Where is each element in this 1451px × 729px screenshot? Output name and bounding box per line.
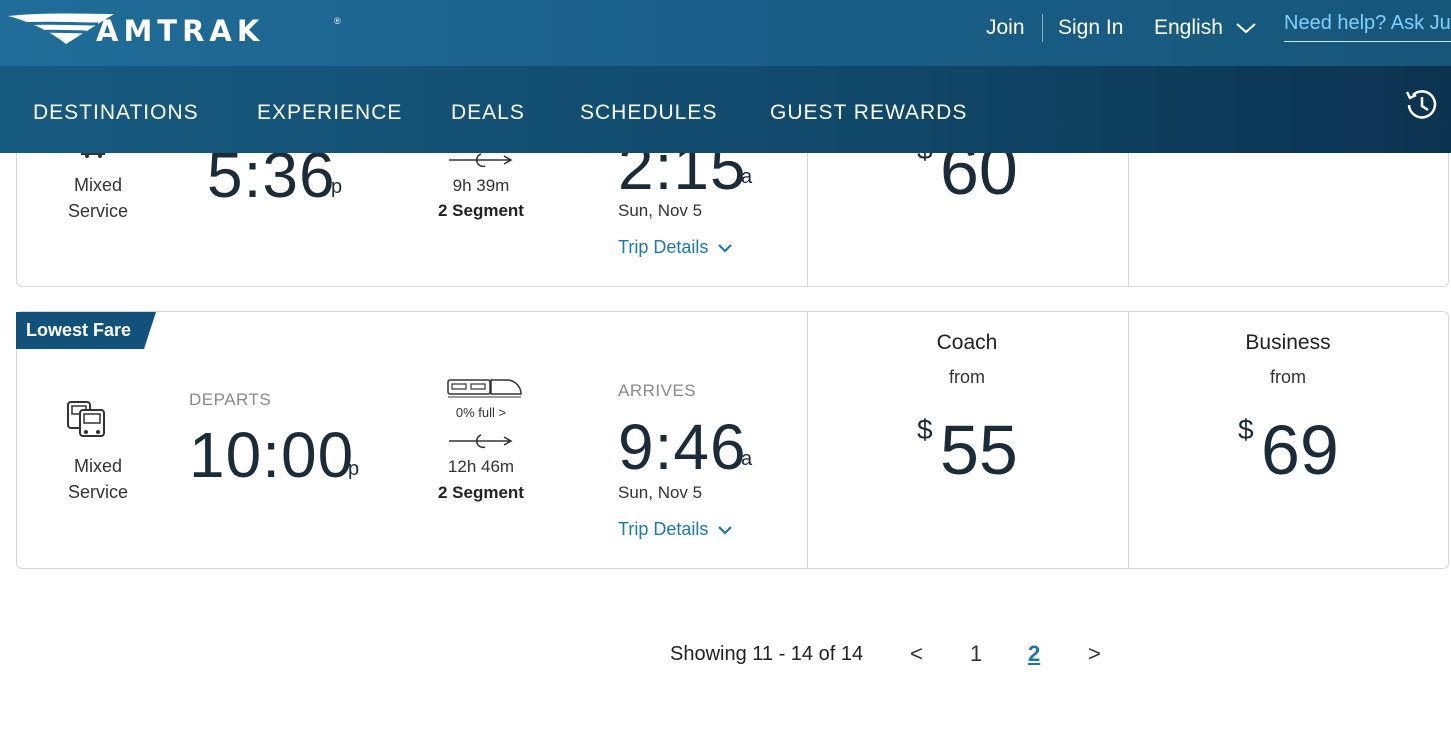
nav-destinations[interactable]: DESTINATIONS <box>33 101 199 125</box>
segment-count: 2 Segment <box>438 201 524 220</box>
top-header: AMTRAK ® Join Sign In English Need help?… <box>0 0 1451 66</box>
business-label: Business <box>1245 331 1331 354</box>
mixed-service-icon <box>67 401 105 437</box>
arrive-ampm: a <box>741 166 753 188</box>
business-price[interactable]: 69 <box>1261 410 1339 490</box>
chevron-down-icon <box>718 244 733 253</box>
chevron-down-icon <box>1236 23 1256 34</box>
page-1-link[interactable]: 1 <box>970 641 982 667</box>
nav-guest-rewards[interactable]: GUEST REWARDS <box>770 101 967 125</box>
segment-count: 2 Segment <box>438 483 524 502</box>
main-nav-overlay: DESTINATIONS EXPERIENCE DEALS SCHEDULES … <box>0 66 1451 153</box>
arrive-time: 9:46 <box>618 411 747 483</box>
nav-deals[interactable]: DEALS <box>451 101 525 125</box>
lowest-fare-badge: Lowest Fare <box>26 320 132 340</box>
coach-from-label: from <box>949 367 985 387</box>
chevron-down-icon <box>718 526 733 535</box>
page-2-link[interactable]: 2 <box>1028 641 1040 667</box>
service-type-label: Mixed Service <box>67 175 129 221</box>
next-page-button[interactable]: > <box>1088 641 1101 667</box>
overnight-moon-icon <box>449 153 513 168</box>
depart-ampm: p <box>348 458 360 480</box>
registered-mark: ® <box>334 16 341 26</box>
trip-duration: 12h 46m <box>447 457 515 476</box>
sign-in-link[interactable]: Sign In <box>1058 16 1123 40</box>
arrives-label: ARRIVES <box>618 381 697 400</box>
logo-wordmark[interactable]: AMTRAK <box>96 14 264 48</box>
trip-duration: 9h 39m <box>452 176 510 195</box>
depart-ampm: p <box>331 176 343 198</box>
business-from-label: from <box>1270 367 1306 387</box>
trip-details-toggle[interactable]: Trip Details <box>618 519 733 540</box>
arrive-ampm: a <box>741 448 753 470</box>
join-link[interactable]: Join <box>986 16 1025 40</box>
header-divider <box>1042 14 1043 42</box>
trip-details-toggle[interactable]: Trip Details <box>618 237 733 258</box>
nav-schedules[interactable]: SCHEDULES <box>580 101 717 125</box>
train-occupancy-icon[interactable] <box>447 378 523 398</box>
departs-label: DEPARTS <box>189 390 272 409</box>
service-type-label: Mixed Service <box>67 456 129 502</box>
depart-time: 10:00 <box>189 419 355 491</box>
help-link[interactable]: Need help? Ask Ju <box>1284 12 1451 42</box>
coach-label: Coach <box>936 331 998 354</box>
results-summary: Showing 11 - 14 of 14 <box>670 643 864 665</box>
nav-experience[interactable]: EXPERIENCE <box>257 101 402 125</box>
overnight-moon-icon <box>449 434 513 449</box>
occupancy-link[interactable]: 0% full > <box>421 405 541 420</box>
coach-price[interactable]: 55 <box>940 410 1018 490</box>
arrive-date: Sun, Nov 5 <box>618 483 703 502</box>
currency-symbol: $ <box>917 414 933 445</box>
arrive-date: Sun, Nov 5 <box>618 201 703 220</box>
prev-page-button[interactable]: < <box>910 641 923 667</box>
language-label: English <box>1154 16 1223 39</box>
language-select[interactable]: English <box>1154 16 1257 40</box>
currency-symbol: $ <box>1238 414 1254 445</box>
history-icon[interactable] <box>1402 86 1440 124</box>
